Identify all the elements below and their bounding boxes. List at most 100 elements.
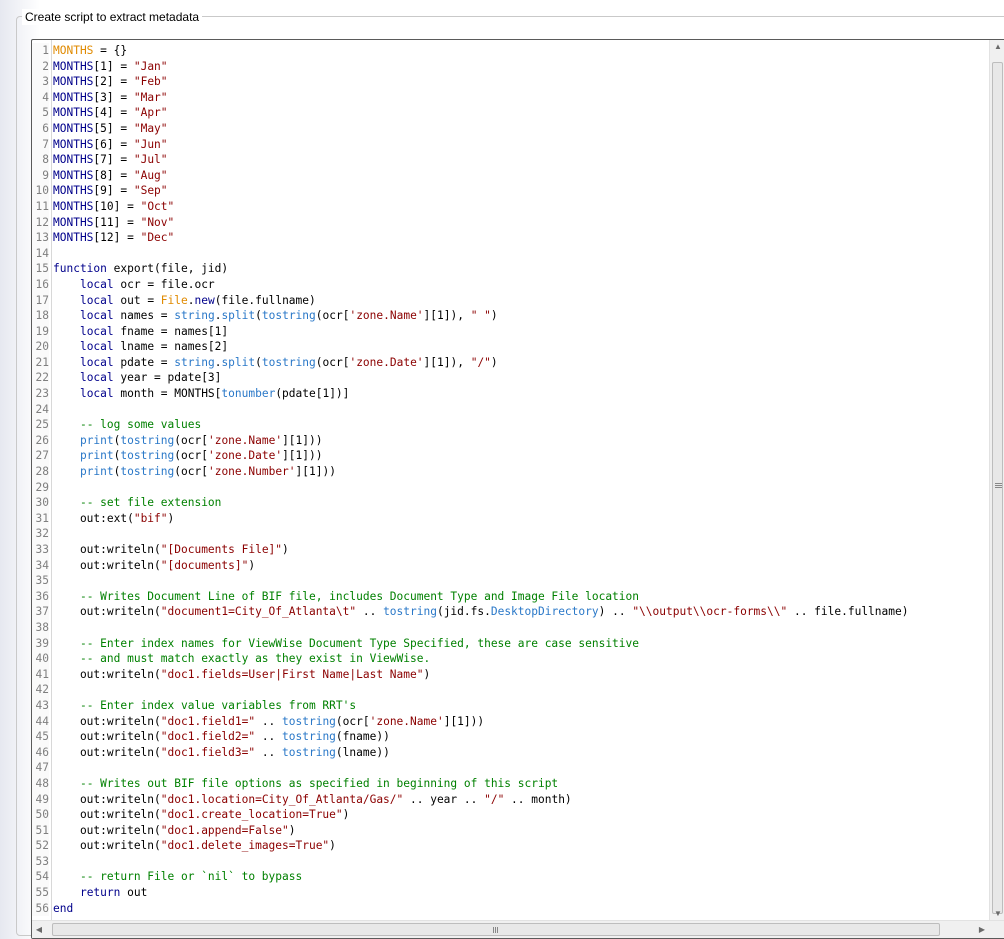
line-number: 4	[32, 89, 49, 106]
code-text: -- Enter index value variables from RRT'…	[53, 698, 356, 714]
line-number: 49	[32, 791, 49, 808]
code-line[interactable]: 8 MONTHS[7] = "Jul"	[32, 152, 989, 168]
code-line[interactable]: 52 out:writeln("doc1.delete_images=True"…	[32, 838, 989, 854]
code-line[interactable]: 1 MONTHS = {}	[32, 43, 989, 59]
code-line[interactable]: 3 MONTHS[2] = "Feb"	[32, 74, 989, 90]
code-line[interactable]: 36 -- Writes Document Line of BIF file, …	[32, 588, 989, 605]
scroll-up-icon[interactable]: ▲	[990, 42, 1004, 51]
code-line[interactable]: 19 local fname = names[1]	[32, 323, 989, 340]
code-token: "doc1.field1="	[160, 714, 256, 728]
vertical-scroll-thumb[interactable]	[992, 62, 1003, 914]
code-line[interactable]: 7 MONTHS[6] = "Jun"	[32, 136, 989, 153]
scroll-down-icon[interactable]: ▼	[990, 909, 1004, 918]
scroll-left-icon[interactable]: ◀	[34, 925, 44, 934]
code-line[interactable]: 18 local names = string.split(tostring(o…	[32, 308, 989, 324]
code-line[interactable]: 17 local out = File.new(file.fullname)	[32, 292, 989, 309]
code-line[interactable]: 45 out:writeln("doc1.field2=" .. tostrin…	[32, 729, 989, 745]
code-line[interactable]: 20 local lname = names[2]	[32, 339, 989, 355]
code-line[interactable]: 26 print(tostring(ocr['zone.Name'][1]))	[32, 432, 989, 449]
code-token: 'zone.Name'	[369, 714, 444, 728]
horizontal-scrollbar[interactable]: ◀ ▶	[32, 920, 1004, 938]
code-line[interactable]: 4 MONTHS[3] = "Mar"	[32, 89, 989, 106]
code-line[interactable]: 11 MONTHS[10] = "Oct"	[32, 198, 989, 215]
code-line[interactable]: 22 local year = pdate[3]	[32, 370, 989, 387]
code-token: "/"	[470, 355, 491, 369]
code-token: tostring	[261, 309, 316, 323]
script-editor[interactable]: 1 MONTHS = {} 2 MONTHS[1] = "Jan" 3 MONTHS[2]…	[31, 39, 1004, 939]
code-line[interactable]: 53	[32, 853, 989, 870]
code-token: "[documents]"	[160, 558, 249, 572]
code-line[interactable]: 38	[32, 619, 989, 636]
code-token: "document1=City_Of_Atlanta\t"	[160, 605, 357, 619]
vertical-scrollbar[interactable]: ▲ ▼	[989, 40, 1004, 920]
code-line[interactable]: 9 MONTHS[8] = "Aug"	[32, 167, 989, 184]
line-number: 21	[32, 354, 49, 371]
code-line[interactable]: 37 out:writeln("document1=City_Of_Atlant…	[32, 604, 989, 620]
code-line[interactable]: 48 -- Writes out BIF file options as spe…	[32, 775, 989, 792]
code-line[interactable]: 25 -- log some values	[32, 417, 989, 433]
code-text: out:writeln("document1=City_Of_Atlanta\t…	[53, 604, 909, 620]
horizontal-scroll-thumb[interactable]	[52, 923, 940, 936]
scroll-right-icon[interactable]: ▶	[977, 925, 987, 934]
code-text: out:writeln("doc1.field2=" .. tostring(f…	[53, 729, 390, 745]
code-line[interactable]: 49 out:writeln("doc1.location=City_Of_At…	[32, 791, 989, 808]
code-line[interactable]: 41 out:writeln("doc1.fields=User|First N…	[32, 666, 989, 683]
code-line[interactable]: 35	[32, 573, 989, 589]
code-line[interactable]: 21 local pdate = string.split(tostring(o…	[32, 354, 989, 371]
code-line[interactable]: 43 -- Enter index value variables from R…	[32, 697, 989, 714]
code-line[interactable]: 31 out:ext("bif")	[32, 510, 989, 527]
code-line[interactable]: 39 -- Enter index names for ViewWise Doc…	[32, 635, 989, 652]
line-number: 52	[32, 838, 49, 854]
code-line[interactable]: 13 MONTHS[12] = "Dec"	[32, 230, 989, 246]
code-text: MONTHS[12] = "Dec"	[53, 230, 174, 246]
code-line[interactable]: 55 return out	[32, 885, 989, 901]
code-line[interactable]: 34 out:writeln("[documents]")	[32, 557, 989, 574]
code-text: local month = MONTHS[tonumber(pdate[1])]	[53, 386, 349, 402]
code-token: -- set file extension	[79, 496, 222, 510]
code-token: )	[167, 511, 175, 525]
code-token: (ocr[	[174, 449, 208, 463]
line-number: 11	[32, 198, 49, 215]
code-token: print	[79, 465, 114, 479]
code-token: "May"	[133, 121, 168, 135]
code-line[interactable]: 16 local ocr = file.ocr	[32, 276, 989, 293]
line-number: 41	[32, 666, 49, 683]
code-line[interactable]: 5 MONTHS[4] = "Apr"	[32, 105, 989, 121]
code-line[interactable]: 14	[32, 245, 989, 262]
code-line[interactable]: 6 MONTHS[5] = "May"	[32, 120, 989, 137]
code-line[interactable]: 29	[32, 479, 989, 496]
code-line[interactable]: 50 out:writeln("doc1.create_location=Tru…	[32, 807, 989, 823]
code-text: MONTHS[8] = "Aug"	[53, 168, 168, 184]
code-line[interactable]: 46 out:writeln("doc1.field3=" .. tostrin…	[32, 744, 989, 761]
code-line[interactable]: 33 out:writeln("[Documents File]")	[32, 542, 989, 558]
code-line[interactable]: 30 -- set file extension	[32, 495, 989, 511]
code-line[interactable]: 24	[32, 401, 989, 418]
code-line[interactable]: 27 print(tostring(ocr['zone.Date'][1]))	[32, 448, 989, 465]
code-token: [2] =	[93, 75, 134, 89]
code-line[interactable]: 32	[32, 526, 989, 542]
code-line[interactable]: 2 MONTHS[1] = "Jan"	[32, 58, 989, 75]
code-line[interactable]: 12 MONTHS[11] = "Nov"	[32, 214, 989, 231]
code-line[interactable]: 15 function export(file, jid)	[32, 261, 989, 277]
code-token: year = pdate[3]	[113, 371, 222, 385]
code-token: "doc1.field3="	[160, 745, 256, 759]
code-line[interactable]: 28 print(tostring(ocr['zone.Number'][1])…	[32, 464, 989, 480]
code-token: local	[79, 293, 114, 307]
code-line[interactable]: 10 MONTHS[9] = "Sep"	[32, 183, 989, 199]
code-text: MONTHS[9] = "Sep"	[53, 183, 168, 199]
code-line[interactable]: 23 local month = MONTHS[tonumber(pdate[1…	[32, 386, 989, 402]
code-line[interactable]: 40 -- and must match exactly as they exi…	[32, 651, 989, 667]
code-text: out:writeln("doc1.field3=" .. tostring(l…	[53, 745, 390, 761]
code-token: )	[342, 808, 350, 822]
code-line[interactable]: 47	[32, 760, 989, 776]
line-number: 29	[32, 479, 49, 496]
code-line[interactable]: 54 -- return File or `nil` to bypass	[32, 869, 989, 886]
code-line[interactable]: 42	[32, 682, 989, 698]
code-token: -- Enter index names for ViewWise Docume…	[79, 636, 639, 650]
code-token: -- Writes Document Line of BIF file, inc…	[79, 589, 639, 603]
code-line[interactable]: 44 out:writeln("doc1.field1=" .. tostrin…	[32, 713, 989, 730]
code-line[interactable]: 51 out:writeln("doc1.append=False")	[32, 822, 989, 839]
code-token: MONTHS	[53, 168, 94, 182]
code-line[interactable]: 56 end	[32, 900, 989, 917]
code-area[interactable]: 1 MONTHS = {} 2 MONTHS[1] = "Jan" 3 MONTHS[2]…	[32, 43, 989, 917]
